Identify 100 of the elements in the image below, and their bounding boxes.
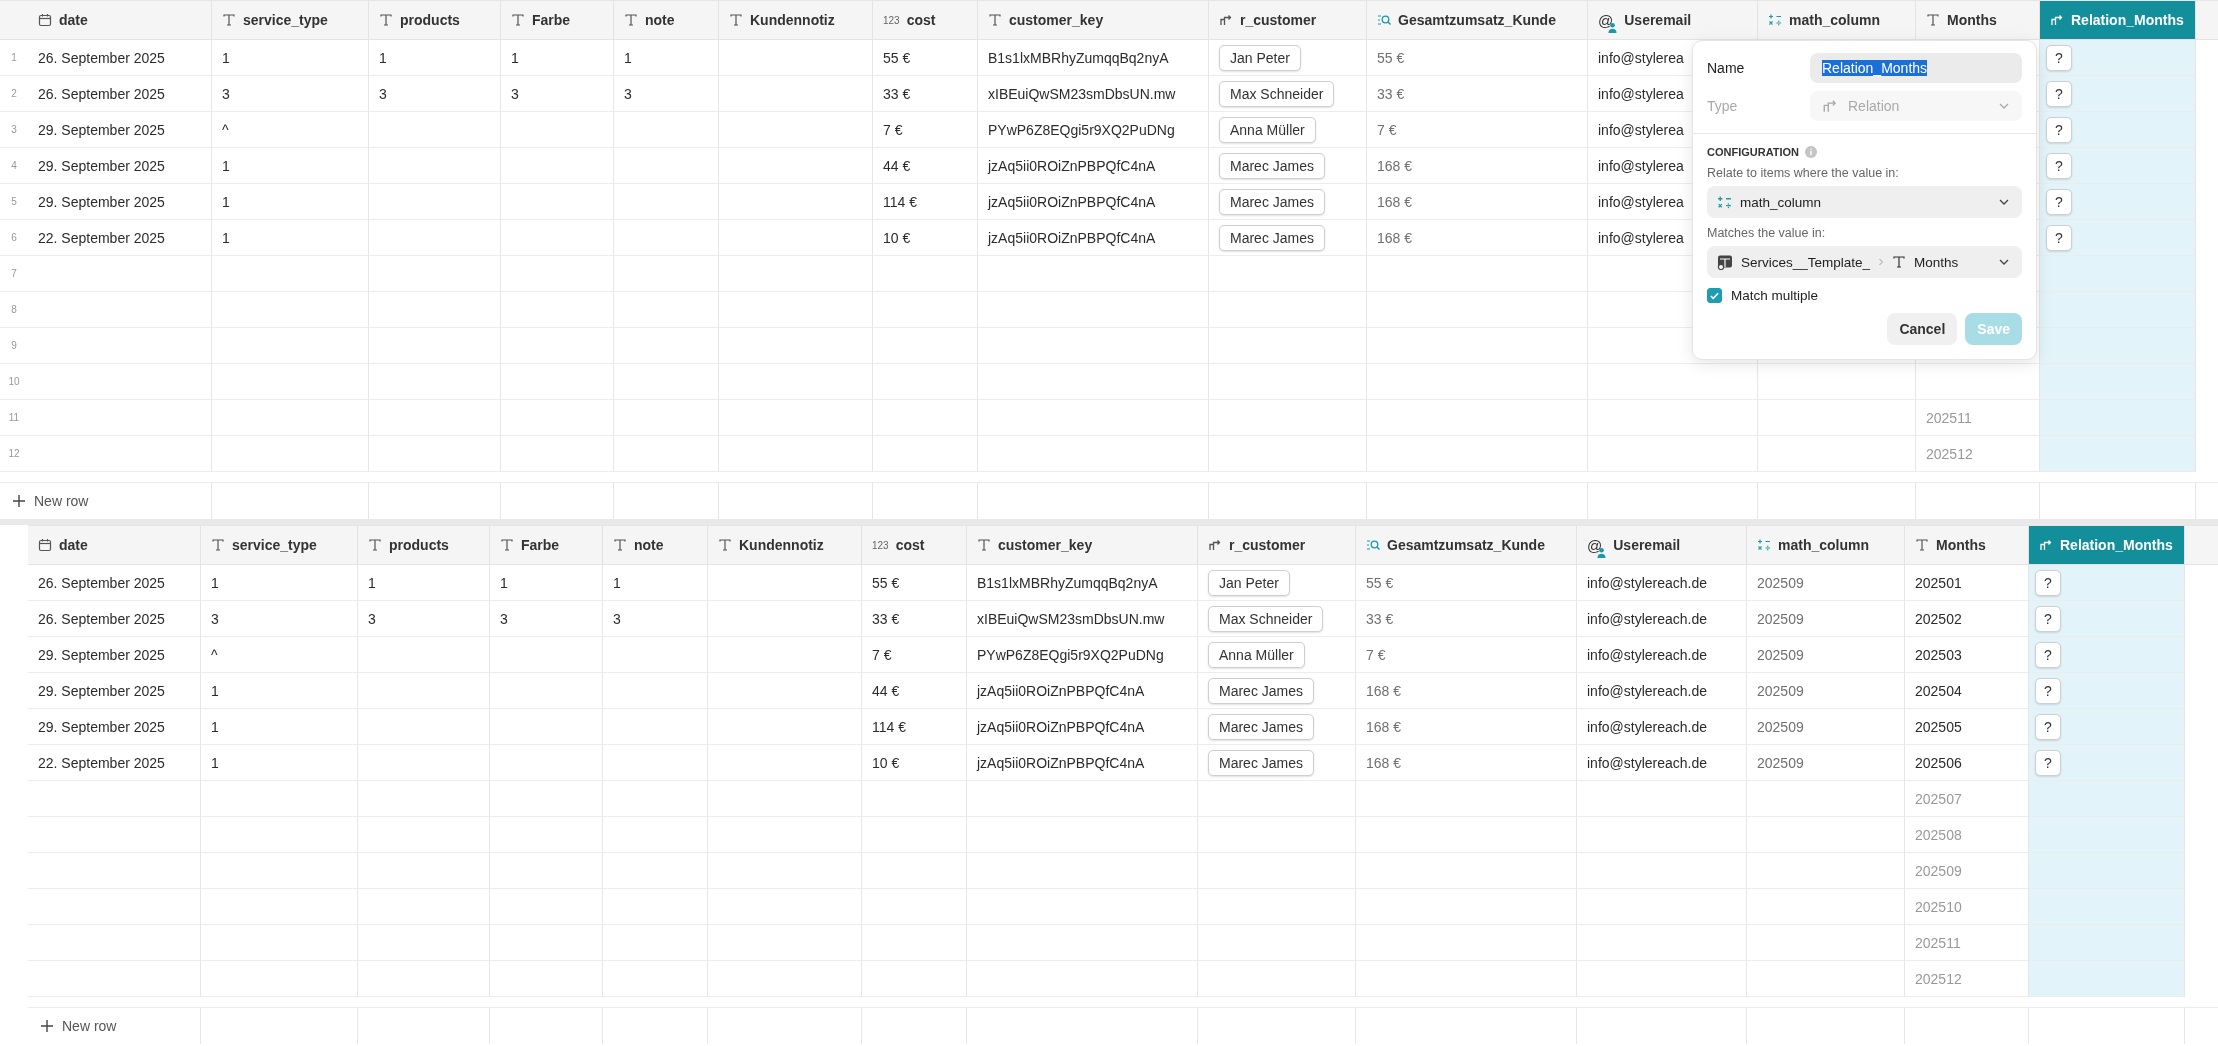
- table-cell: 55 €: [862, 565, 967, 601]
- text-type-icon: [379, 13, 393, 27]
- column-header[interactable]: 123 cost: [873, 1, 978, 39]
- relation-chip[interactable]: Anna Müller: [1208, 641, 1305, 668]
- column-header[interactable]: Relation_Months: [2040, 1, 2196, 39]
- math-icon: [1768, 13, 1782, 27]
- table-cell: jzAq5ii0ROiZnPBPQfC4nA: [967, 745, 1198, 781]
- table-cell: 29. September 2025: [28, 148, 212, 184]
- column-header[interactable]: Relation_Months: [2029, 526, 2185, 564]
- relation-chip[interactable]: ?: [2046, 80, 2072, 107]
- column-header[interactable]: note: [614, 1, 719, 39]
- table-cell: PYwP6Z8EQgi5r9XQ2PuDNg: [978, 112, 1209, 148]
- column-header[interactable]: Kundennotiz: [719, 1, 873, 39]
- table-cell: ^: [201, 637, 358, 673]
- relation-icon: [1822, 98, 1838, 114]
- column-header[interactable]: date: [28, 526, 201, 564]
- table-cell: info@stylereach.de: [1577, 709, 1747, 745]
- column-header[interactable]: customer_key: [978, 1, 1209, 39]
- table-cell: 3: [369, 76, 501, 112]
- relation-chip[interactable]: ?: [2035, 569, 2061, 596]
- column-header[interactable]: service_type: [212, 1, 369, 39]
- table-cell: 55 €: [1367, 40, 1588, 76]
- table-cell: 26. September 2025: [28, 565, 201, 601]
- match-multiple-checkbox[interactable]: [1707, 288, 1722, 303]
- column-header[interactable]: Kundennotiz: [708, 526, 862, 564]
- relation-chip[interactable]: Marec James: [1219, 224, 1326, 251]
- table-cell: 3: [501, 76, 614, 112]
- relation-chip[interactable]: Max Schneider: [1219, 80, 1335, 107]
- calendar-icon: [38, 13, 52, 27]
- column-header[interactable]: products: [358, 526, 490, 564]
- relation-chip[interactable]: Marec James: [1219, 152, 1326, 179]
- relation-chip[interactable]: Jan Peter: [1219, 44, 1301, 71]
- table-cell: 1: [358, 565, 490, 601]
- column-header[interactable]: Farbe: [490, 526, 603, 564]
- column-header[interactable]: Gesamtzumsatz_Kunde: [1356, 526, 1577, 564]
- column-header[interactable]: @ Useremail: [1588, 1, 1758, 39]
- text-type-icon: [1892, 255, 1907, 269]
- relation-chip[interactable]: Anna Müller: [1219, 116, 1316, 143]
- plus-icon: [12, 494, 26, 508]
- relation-chip[interactable]: Marec James: [1208, 749, 1315, 776]
- table-cell: 29. September 2025: [28, 709, 201, 745]
- table-cell: 55 €: [1356, 565, 1577, 601]
- table-cell: 1: [490, 565, 603, 601]
- relation-chip[interactable]: ?: [2046, 224, 2072, 251]
- new-row-button[interactable]: New row: [10, 489, 91, 513]
- relate-select[interactable]: math_column: [1707, 186, 2022, 218]
- table-cell: 1: [201, 565, 358, 601]
- column-header[interactable]: service_type: [201, 526, 358, 564]
- text-type-icon: [222, 13, 236, 27]
- table-cell: 168 €: [1356, 745, 1577, 781]
- table-cell: 1: [212, 148, 369, 184]
- text-type-icon: [500, 538, 514, 552]
- relation-chip[interactable]: ?: [2035, 605, 2061, 632]
- relation-icon: [2050, 13, 2064, 27]
- column-header[interactable]: customer_key: [967, 526, 1198, 564]
- column-header[interactable]: note: [603, 526, 708, 564]
- calendar-icon: [38, 538, 52, 552]
- table-cell: 168 €: [1367, 220, 1588, 256]
- relation-chip[interactable]: ?: [2046, 44, 2072, 71]
- table-cell: 26. September 2025: [28, 601, 201, 637]
- relation-chip[interactable]: Marec James: [1208, 677, 1315, 704]
- info-icon[interactable]: [1805, 146, 1818, 158]
- number-type-icon: 123: [872, 539, 889, 551]
- relation-chip[interactable]: ?: [2035, 749, 2061, 776]
- column-header[interactable]: math_column: [1747, 526, 1905, 564]
- table-cell: 7 €: [873, 112, 978, 148]
- column-header[interactable]: date: [28, 1, 212, 39]
- name-field[interactable]: Relation_Months: [1810, 53, 2022, 83]
- cancel-button[interactable]: Cancel: [1887, 313, 1958, 345]
- relation-chip[interactable]: ?: [2035, 641, 2061, 668]
- relation-chip[interactable]: ?: [2046, 152, 2072, 179]
- column-header[interactable]: Gesamtzumsatz_Kunde: [1367, 1, 1588, 39]
- relation-chip[interactable]: ?: [2046, 188, 2072, 215]
- relation-icon: [1219, 13, 1233, 27]
- relation-chip[interactable]: Marec James: [1208, 713, 1315, 740]
- column-header[interactable]: r_customer: [1209, 1, 1367, 39]
- text-type-icon: [1915, 538, 1929, 552]
- matches-select[interactable]: Services__Template_ Months: [1707, 246, 2022, 278]
- relation-chip[interactable]: Jan Peter: [1208, 569, 1290, 596]
- column-header[interactable]: @ Useremail: [1577, 526, 1747, 564]
- text-type-icon: [613, 538, 627, 552]
- table-cell: 114 €: [862, 709, 967, 745]
- number-type-icon: 123: [883, 14, 900, 26]
- relation-chip[interactable]: ?: [2035, 713, 2061, 740]
- row-number: 5: [0, 184, 28, 220]
- column-header[interactable]: math_column: [1758, 1, 1916, 39]
- relation-chip[interactable]: ?: [2035, 677, 2061, 704]
- relation-chip[interactable]: ?: [2046, 116, 2072, 143]
- column-header[interactable]: Farbe: [501, 1, 614, 39]
- table-cell: 44 €: [873, 148, 978, 184]
- relation-chip[interactable]: Marec James: [1219, 188, 1326, 215]
- table-cell: 22. September 2025: [28, 745, 201, 781]
- table-cell: jzAq5ii0ROiZnPBPQfC4nA: [967, 673, 1198, 709]
- column-header[interactable]: products: [369, 1, 501, 39]
- relation-chip[interactable]: Max Schneider: [1208, 605, 1324, 632]
- table-cell: 1: [201, 745, 358, 781]
- column-header[interactable]: r_customer: [1198, 526, 1356, 564]
- table-cell: 1: [603, 565, 708, 601]
- new-row-button[interactable]: New row: [38, 1014, 119, 1038]
- column-header[interactable]: 123 cost: [862, 526, 967, 564]
